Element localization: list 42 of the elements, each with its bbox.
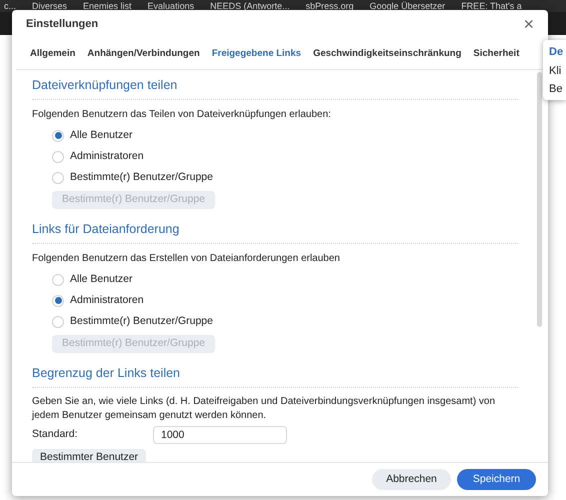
tooltip-text: Kli [549,64,562,78]
close-button[interactable]: × [523,15,534,33]
radio-button[interactable] [52,316,64,328]
section-title: Dateiverknüpfungen teilen [32,76,518,100]
tab[interactable]: Sicherheit [473,46,520,69]
option-label: Alle Benutzer [70,272,132,287]
option-label: Bestimmte(r) Benutzer/Gruppe [70,314,213,329]
tab[interactable]: Allgemein [30,46,76,69]
bookmark-link[interactable]: Evaluations [148,2,194,10]
field-label: Standard: [32,426,79,442]
scrollbar[interactable] [537,72,542,327]
tooltip-text: Be [549,82,564,97]
save-button[interactable]: Speichern [457,469,536,490]
bookmark-link[interactable]: FREE: That's a [461,2,522,10]
standard-input[interactable]: 1000 [153,426,287,444]
option-label: Administratoren [70,148,144,164]
radio-button[interactable] [52,130,64,142]
section-title: Links für Dateianforderung [32,220,518,244]
section-title: Begrenzug der Links teilen [32,364,518,388]
tooltip-title: De [549,45,564,60]
section-description: Geben Sie an, wie viele Links (d. H. Dateifreigaben und Dateiverbindungsverknüpfungen insgesamt) von jedem Benutzer gemeinsam genutzt werden können. [32,394,496,422]
option-label: Alle Benutzer [70,128,132,143]
tab[interactable]: Geschwindigkeitseinschränkung [313,46,462,69]
option-label: Bestimmte(r) Benutzer/Gruppe [70,170,213,185]
cancel-button[interactable]: Abbrechen [372,469,451,490]
bookmark-link[interactable]: c... [4,2,16,10]
radio-button[interactable] [52,150,64,163]
tab[interactable]: Freigegebene Links [212,46,302,69]
section-description: Folgenden Benutzern das Erstellen von Dateianforderungen erlauben [32,252,341,266]
bookmark-link[interactable]: Diverses [32,2,68,10]
bookmark-link[interactable]: Enemies list [83,2,132,10]
tab[interactable]: Anhängen/Verbindungen [87,46,200,69]
section-description: Folgenden Benutzern das Teilen von Dateiverknüpfungen erlauben: [32,108,332,122]
bookmark-link[interactable]: Google Übersetzer [370,2,446,10]
option-label: Administratoren [70,292,144,308]
bookmark-link[interactable]: NEEDS (Antworte... [210,2,290,10]
radio-button[interactable] [52,172,64,184]
specific-user-button[interactable]: Bestimmter Benutzer [32,448,146,462]
bookmark-link[interactable]: sbPress.org [306,2,354,10]
radio-button[interactable] [52,274,64,286]
dialog-title: Einstellungen [26,16,98,32]
radio-button[interactable] [52,294,64,307]
